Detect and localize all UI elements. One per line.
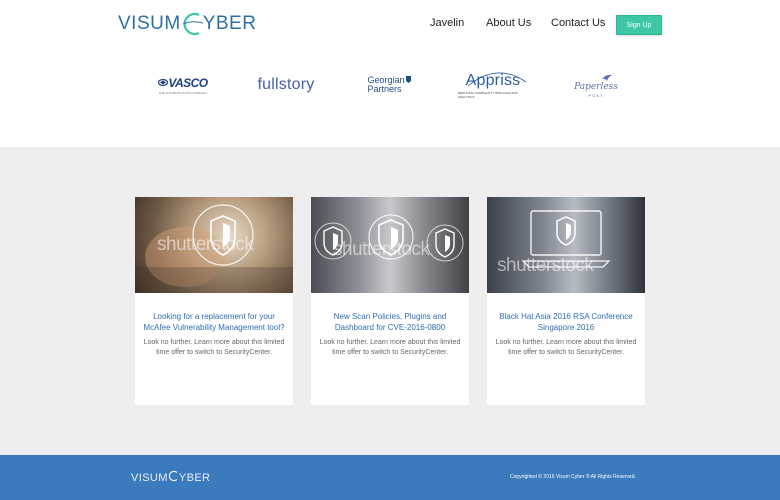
visumcyber-logo[interactable]: VISUM YBER <box>118 10 256 38</box>
site-footer: VISUM YBER Copyrighted © 2016 Visum Cybe… <box>0 455 780 500</box>
partner-name: Paperless <box>574 81 618 92</box>
partner-logo-vasco[interactable]: VASCO THE AUTHENTICATION COMPANY <box>144 60 222 110</box>
post-card-image[interactable]: shutterstock <box>135 197 293 293</box>
partner-name-line2: Partners <box>367 84 402 94</box>
footer-logo[interactable]: VISUM YBER <box>131 470 210 484</box>
partner-logo-georgian-partners[interactable]: Georgian Partners <box>360 60 418 110</box>
post-card-description: Look no further. Learn more about this l… <box>319 339 461 356</box>
post-card[interactable]: shutterstock Black Hat Asia 2016 RSA Con… <box>487 197 645 405</box>
post-card-title[interactable]: Black Hat Asia 2016 RSA Conference Singa… <box>487 311 645 333</box>
vasco-mark-icon <box>158 79 169 86</box>
partner-logo-fullstory[interactable]: fullstory <box>254 60 318 110</box>
footer-logo-text-right: YBER <box>178 472 211 484</box>
laptop-shield-icon <box>521 210 611 268</box>
partner-tagline: THE AUTHENTICATION COMPANY <box>158 90 208 95</box>
partner-tagline: REDUCING COMPLEXITY WITH DATA AND ANALYT… <box>458 90 518 99</box>
site-header: VISUM YBER Javelin About Us Contact Us S… <box>0 0 780 48</box>
image-watermark: shutterstock <box>497 255 594 276</box>
post-card[interactable]: shutterstock New Scan Policies, Plugins … <box>311 197 469 405</box>
nav-item-contact-us[interactable]: Contact Us <box>551 17 605 29</box>
nav-item-about-us[interactable]: About Us <box>486 17 531 29</box>
image-watermark: shutterstock <box>333 239 430 260</box>
partner-name: VASCO <box>168 75 208 90</box>
logo-text-right: YBER <box>202 13 257 34</box>
appriss-arc-icon <box>467 72 526 86</box>
georgian-flag-icon <box>405 76 411 83</box>
logo-c-swoosh-icon <box>182 12 203 36</box>
post-card-description: Look no further. Learn more about this l… <box>495 339 637 356</box>
footer-logo-text-left: VISUM <box>131 472 168 484</box>
post-card-image[interactable]: shutterstock <box>487 197 645 293</box>
post-card-title[interactable]: New Scan Policies, Plugins and Dashboard… <box>311 311 469 333</box>
post-card-image[interactable]: shutterstock <box>311 197 469 293</box>
partner-name: fullstory <box>257 76 315 93</box>
partner-logo-paperless-post[interactable]: Paperless POST <box>568 60 624 110</box>
footer-logo-c-icon <box>168 470 178 482</box>
partner-logos: VASCO THE AUTHENTICATION COMPANY fullsto… <box>0 60 780 120</box>
post-card[interactable]: shutterstock Looking for a replacement f… <box>135 197 293 405</box>
copyright-text: Copyrighted © 2016 Visum Cyber ® All Rig… <box>510 474 636 480</box>
logo-text-left: VISUM <box>118 13 181 34</box>
partner-tagline: POST <box>588 92 604 98</box>
bird-icon <box>602 74 612 81</box>
partner-logo-appriss[interactable]: Appriss REDUCING COMPLEXITY WITH DATA AN… <box>458 60 528 110</box>
image-watermark: shutterstock <box>157 234 254 255</box>
nav-item-javelin[interactable]: Javelin <box>430 17 464 29</box>
post-card-title[interactable]: Looking for a replacement for your McAfe… <box>135 311 293 333</box>
featured-posts-section: shutterstock Looking for a replacement f… <box>0 147 780 455</box>
sign-up-button[interactable]: Sign Up <box>616 15 662 35</box>
post-card-description: Look no further. Learn more about this l… <box>143 339 285 356</box>
